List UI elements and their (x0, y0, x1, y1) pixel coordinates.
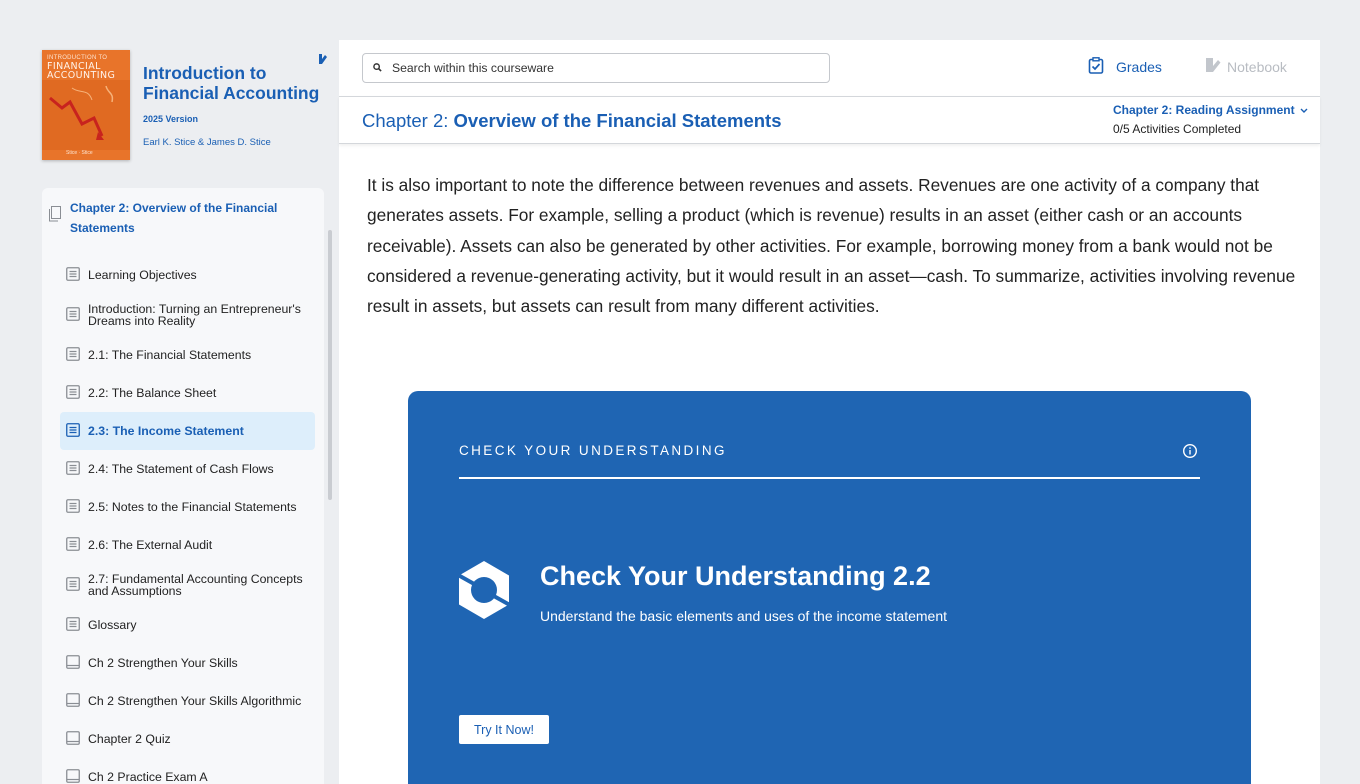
info-icon[interactable] (1182, 443, 1198, 464)
toc-item-label: 2.7: Fundamental Accounting Concepts and… (88, 572, 303, 598)
page-icon (66, 347, 80, 363)
grades-button[interactable]: Grades (1088, 57, 1162, 77)
try-it-now-button[interactable]: Try It Now! (459, 715, 549, 744)
search-placeholder: Search within this courseware (392, 61, 554, 75)
toc-item[interactable]: Ch 2 Strengthen Your Skills Algorithmic (60, 682, 315, 720)
toc-item-label: 2.1: The Financial Statements (88, 348, 252, 362)
table-of-contents: Chapter 2: Overview of the Financial Sta… (42, 188, 332, 784)
card-divider (459, 477, 1200, 479)
book-cover: INTRODUCTION TO FINANCIAL ACCOUNTING Sti… (42, 50, 130, 160)
page-icon (66, 617, 80, 633)
toc-item-label: 2.6: The External Audit (88, 538, 213, 552)
toc-item[interactable]: Chapter 2 Quiz (60, 720, 315, 758)
edit-pencil-icon[interactable] (318, 53, 328, 71)
assignment-label: Chapter 2: Reading Assignment (1113, 103, 1295, 117)
chapter-bar: Chapter 2: Overview of the Financial Sta… (339, 96, 1320, 144)
content-paragraph: It is also important to note the differe… (367, 175, 1296, 317)
toc-item-label: Ch 2 Strengthen Your Skills (88, 656, 238, 670)
toc-item[interactable]: 2.2: The Balance Sheet (60, 374, 315, 412)
chapter-prefix: Chapter 2: (362, 110, 454, 131)
toc-item-label: 2.3: The Income Statement (88, 424, 244, 438)
book-card: INTRODUCTION TO FINANCIAL ACCOUNTING Sti… (42, 48, 328, 164)
top-bar: Search within this courseware Grades Not… (339, 40, 1320, 96)
page-icon (66, 577, 80, 593)
page-icon (66, 537, 80, 553)
grades-label: Grades (1116, 59, 1162, 75)
toc-item-label: 2.2: The Balance Sheet (88, 386, 217, 400)
activities-progress: 0/5 Activities Completed (1113, 122, 1242, 136)
toc-item[interactable]: 2.5: Notes to the Financial Statements (60, 488, 315, 526)
page-icon (66, 267, 80, 283)
toc-item-label: 2.4: The Statement of Cash Flows (88, 462, 274, 476)
assignment-dropdown[interactable]: Chapter 2: Reading Assignment (1113, 103, 1308, 117)
notebook-button[interactable]: Notebook (1205, 57, 1287, 77)
toc-item-label: Introduction: Turning an Entrepreneur's … (88, 302, 301, 328)
card-subtitle: Understand the basic elements and uses o… (540, 608, 948, 624)
toc-item[interactable]: Ch 2 Practice Exam A (60, 758, 315, 784)
toc-item-label: Ch 2 Strengthen Your Skills Algorithmic (88, 694, 302, 708)
card-label: CHECK YOUR UNDERSTANDING (459, 443, 727, 458)
toc-item-label: Chapter 2 Quiz (88, 732, 171, 746)
toc-item[interactable]: 2.4: The Statement of Cash Flows (60, 450, 315, 488)
card-title: Check Your Understanding 2.2 (540, 561, 931, 591)
toc-item[interactable]: Introduction: Turning an Entrepreneur's … (60, 296, 315, 334)
book-authors: Earl K. Stice & James D. Stice (143, 137, 271, 148)
hexagon-logo-icon (456, 559, 512, 626)
toc-item[interactable]: 2.6: The External Audit (60, 526, 315, 564)
toc-item-label: Learning Objectives (88, 268, 197, 282)
search-input[interactable]: Search within this courseware (362, 53, 830, 83)
clipboard-check-icon (1088, 57, 1104, 77)
cover-authors: Stice · Stice (66, 150, 93, 156)
assignment-icon (66, 769, 80, 784)
cover-line2: FINANCIAL ACCOUNTING (47, 61, 116, 81)
page-title: Chapter 2: Overview of the Financial Sta… (362, 110, 782, 132)
chapter-title: Overview of the Financial Statements (453, 110, 782, 131)
page-icon (66, 423, 80, 439)
notebook-icon (1205, 57, 1221, 77)
page-icon (66, 499, 80, 515)
page-icon (66, 385, 80, 401)
main-panel: Search within this courseware Grades Not… (339, 40, 1320, 784)
toc-item[interactable]: 2.3: The Income Statement (60, 412, 315, 450)
toc-item[interactable]: Ch 2 Strengthen Your Skills (60, 644, 315, 682)
chevron-down-icon (1300, 103, 1308, 117)
book-version: 2025 Version (143, 114, 199, 124)
assignment-icon (66, 731, 80, 747)
check-understanding-card: CHECK YOUR UNDERSTANDING Check Your Unde… (408, 391, 1251, 784)
page-icon (66, 307, 80, 323)
search-icon (373, 61, 382, 75)
toc-item-label: 2.5: Notes to the Financial Statements (88, 500, 297, 514)
toc-item[interactable]: Learning Objectives (60, 256, 315, 294)
toc-item[interactable]: 2.7: Fundamental Accounting Concepts and… (60, 566, 315, 604)
page-icon (66, 461, 80, 477)
toc-item[interactable]: Glossary (60, 606, 315, 644)
toc-scrollbar[interactable] (328, 230, 332, 500)
toc-item-label: Ch 2 Practice Exam A (88, 770, 208, 784)
bookmark-icon (48, 206, 62, 227)
assignment-icon (66, 655, 80, 671)
toc-item-label: Glossary (88, 618, 137, 632)
toc-chapter-title: Chapter 2: Overview of the Financial Sta… (70, 201, 278, 235)
notebook-label: Notebook (1227, 59, 1287, 75)
toc-item[interactable]: 2.1: The Financial Statements (60, 336, 315, 374)
book-title: Introduction to Financial Accounting (143, 63, 320, 103)
assignment-icon (66, 693, 80, 709)
